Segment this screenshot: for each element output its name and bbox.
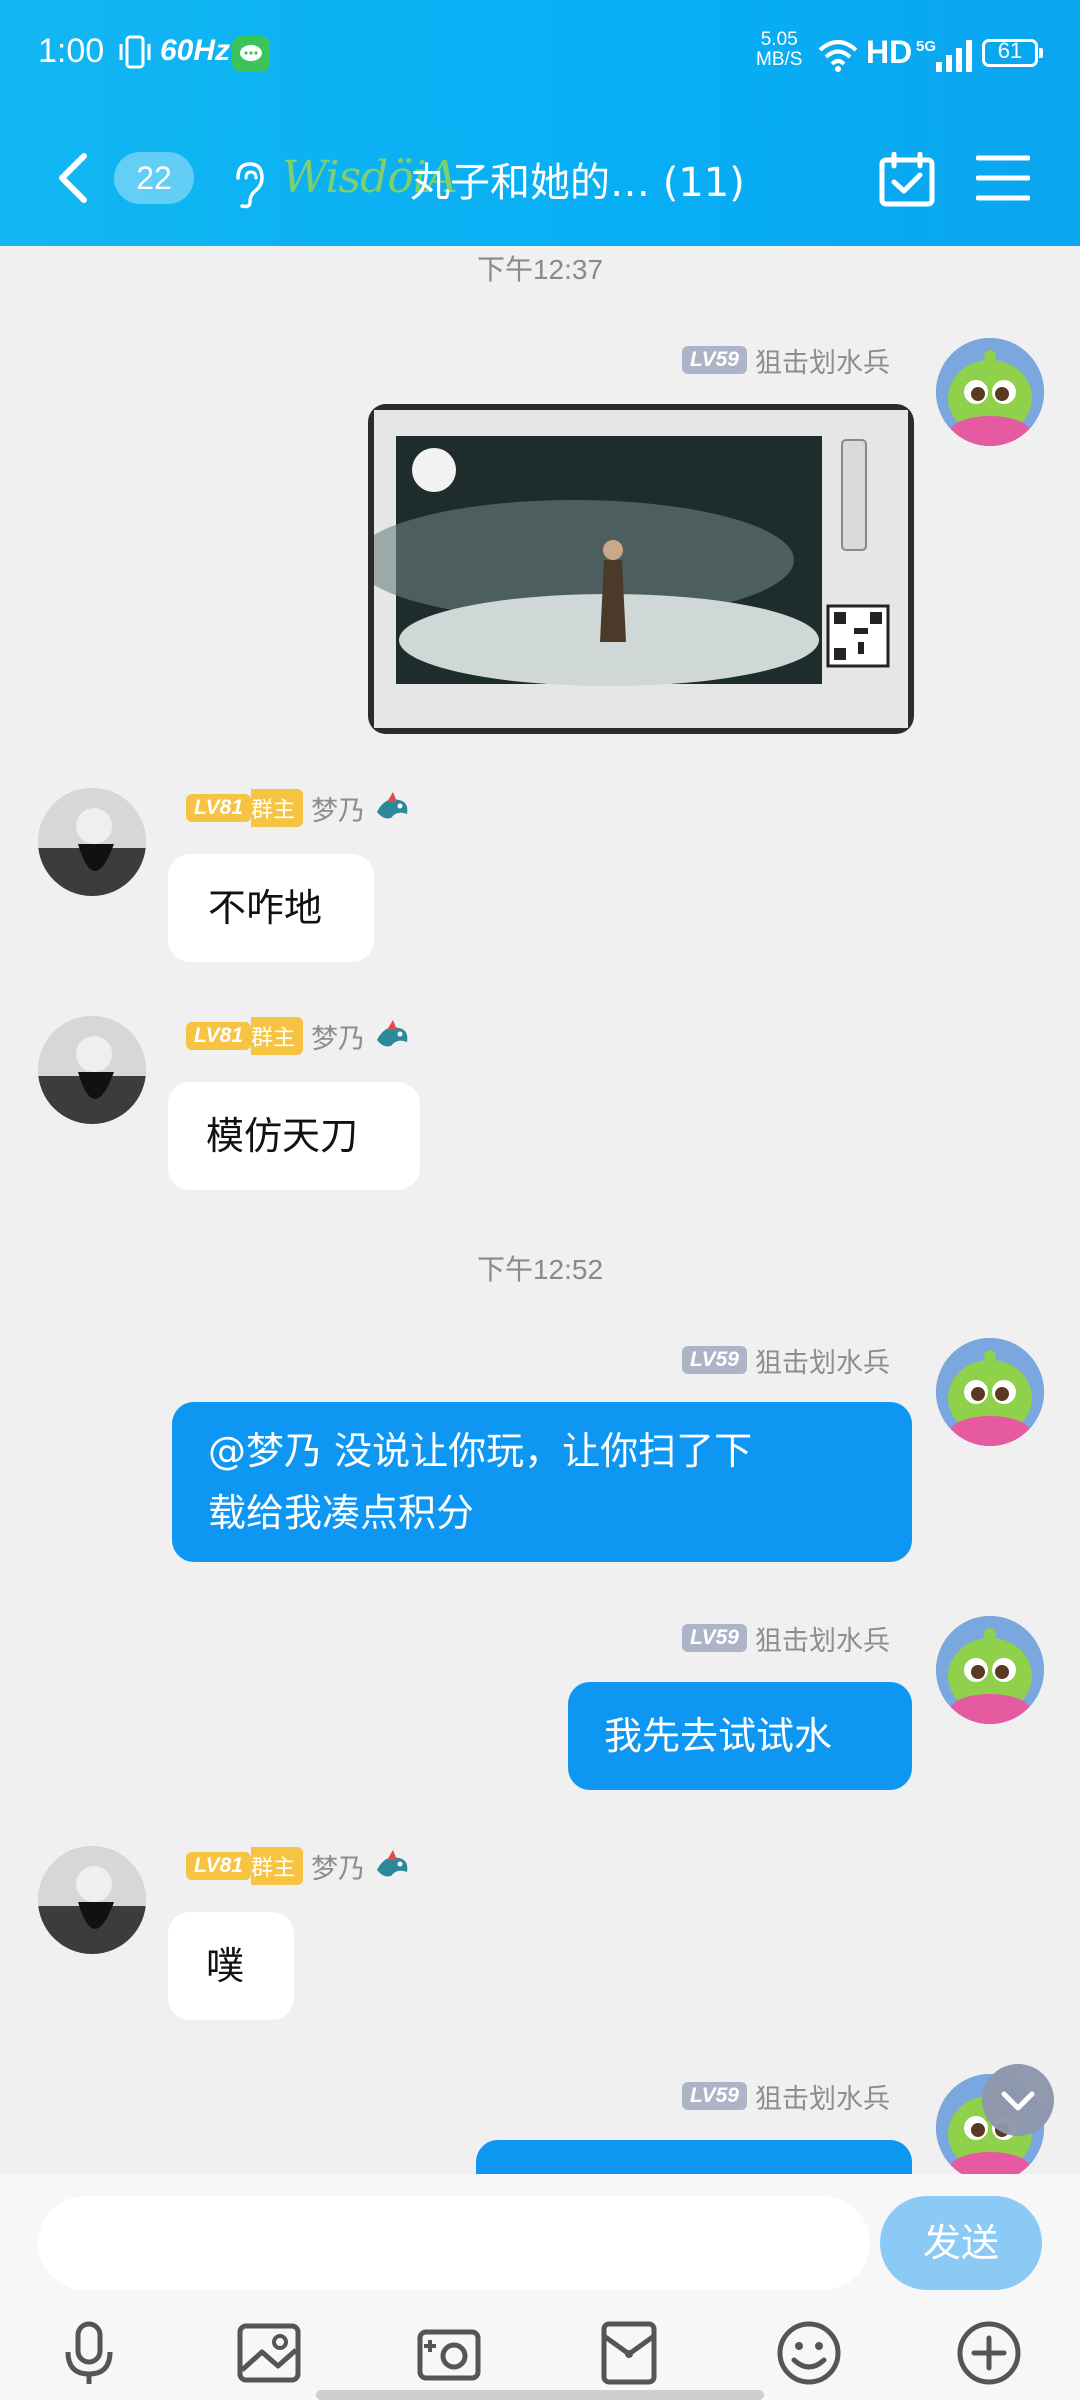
vibrate-icon bbox=[119, 35, 151, 69]
wifi-icon bbox=[818, 40, 858, 72]
girl-avatar-icon bbox=[38, 788, 146, 896]
sender-line: LV81 群主 梦乃 bbox=[186, 1847, 413, 1886]
timestamp: 下午12:52 bbox=[476, 1254, 604, 1285]
image-icon[interactable] bbox=[234, 2318, 304, 2388]
signal-icon bbox=[936, 40, 972, 72]
sender-line: LV59 狙击划水兵 bbox=[681, 2077, 890, 2116]
level-badge: LV59 bbox=[681, 1624, 747, 1652]
sender-name[interactable]: 狙击划水兵 bbox=[755, 341, 890, 380]
message-bubble[interactable]: @梦乃 没说让你玩，让你扫了下 载给我凑点积分 bbox=[172, 1402, 912, 1562]
menu-icon[interactable] bbox=[976, 154, 1030, 202]
sender-name[interactable]: 狙击划水兵 bbox=[755, 2077, 890, 2116]
sender-name[interactable]: 狙击划水兵 bbox=[755, 1619, 890, 1658]
back-button[interactable] bbox=[52, 150, 92, 206]
green-monster-avatar-icon bbox=[936, 1338, 1044, 1446]
sender-line: LV59 狙击划水兵 bbox=[681, 1619, 890, 1658]
level-badge: LV59 bbox=[681, 346, 747, 374]
message-text-line: @梦乃 没说让你玩，让你扫了下 bbox=[208, 1429, 753, 1473]
dragon-medal-icon bbox=[377, 792, 408, 819]
avatar[interactable] bbox=[936, 338, 1044, 446]
red-packet-icon[interactable] bbox=[594, 2318, 664, 2388]
camera-icon[interactable] bbox=[414, 2318, 484, 2388]
message-input[interactable] bbox=[38, 2196, 870, 2290]
hd-indicator: HD bbox=[866, 34, 913, 70]
unread-count-badge[interactable]: 22 bbox=[114, 152, 194, 204]
level-badge: LV81 bbox=[186, 794, 252, 822]
avatar[interactable] bbox=[38, 788, 146, 896]
sender-line: LV81 群主 梦乃 bbox=[186, 789, 413, 828]
timestamp: 下午12:37 bbox=[476, 254, 604, 285]
message-text: 模仿天刀 bbox=[206, 1114, 359, 1158]
girl-avatar-icon bbox=[38, 1846, 146, 1954]
status-time: 1:00 bbox=[38, 32, 105, 70]
sender-name[interactable]: 梦乃 bbox=[311, 1017, 365, 1056]
game-screenshot-image bbox=[368, 410, 908, 728]
green-monster-avatar-icon bbox=[936, 1616, 1044, 1724]
group-owner-badge: 群主 bbox=[251, 1847, 304, 1885]
message-bubble[interactable]: 不咋地 bbox=[168, 854, 374, 962]
app-header: 1:00 60Hz 5.05 MB/S HD 5G 61 22 WisdöiA … bbox=[0, 0, 1080, 246]
avatar[interactable] bbox=[38, 1846, 146, 1954]
game-poster-image bbox=[368, 410, 908, 728]
level-badge: LV59 bbox=[681, 2082, 747, 2110]
network-type: 5G bbox=[916, 38, 937, 55]
message-text: 不咋地 bbox=[208, 886, 323, 930]
microphone-icon[interactable] bbox=[54, 2318, 124, 2388]
sender-name[interactable]: 狙击划水兵 bbox=[755, 1341, 890, 1380]
green-monster-avatar-icon bbox=[936, 338, 1044, 446]
group-owner-badge: 群主 bbox=[251, 1017, 304, 1055]
message-bubble[interactable]: 我先去试试水 bbox=[568, 1682, 912, 1790]
input-area: 发送 bbox=[0, 2174, 1080, 2400]
send-button[interactable]: 发送 bbox=[880, 2196, 1042, 2290]
home-indicator[interactable] bbox=[316, 2390, 764, 2400]
sender-name[interactable]: 梦乃 bbox=[311, 789, 365, 828]
message-bubble[interactable]: 模仿天刀 bbox=[168, 1082, 420, 1190]
battery-icon: 61 bbox=[982, 38, 1043, 67]
message-bubble[interactable]: 噗 bbox=[168, 1912, 294, 2020]
sender-line: LV81 群主 梦乃 bbox=[186, 1017, 413, 1056]
level-badge: LV81 bbox=[186, 1852, 252, 1880]
avatar[interactable] bbox=[38, 1016, 146, 1124]
network-speed: 5.05 MB/S bbox=[756, 29, 803, 70]
calendar-check-icon[interactable] bbox=[878, 152, 936, 208]
status-bar: 1:00 60Hz 5.05 MB/S HD 5G 61 bbox=[0, 0, 1080, 110]
girl-avatar-icon bbox=[38, 1016, 146, 1124]
refresh-rate: 60Hz bbox=[160, 34, 231, 67]
avatar[interactable] bbox=[936, 1338, 1044, 1446]
message-text: 我先去试试水 bbox=[604, 1714, 833, 1758]
message-text-line: 载给我凑点积分 bbox=[208, 1491, 475, 1535]
sender-line: LV59 狙击划水兵 bbox=[681, 341, 890, 380]
plus-icon[interactable] bbox=[954, 2318, 1024, 2388]
emoji-icon[interactable] bbox=[774, 2318, 844, 2388]
group-owner-badge: 群主 bbox=[251, 789, 304, 827]
sender-name[interactable]: 梦乃 bbox=[311, 1847, 365, 1886]
earpiece-mode-icon bbox=[236, 162, 264, 209]
image-message[interactable] bbox=[368, 404, 914, 734]
battery-level: 61 bbox=[997, 38, 1023, 63]
sender-line: LV59 狙击划水兵 bbox=[681, 1341, 890, 1380]
dragon-medal-icon bbox=[377, 1020, 408, 1047]
level-badge: LV59 bbox=[681, 1346, 747, 1374]
message-text: 噗 bbox=[206, 1944, 245, 1988]
level-badge: LV81 bbox=[186, 1022, 252, 1050]
dragon-medal-icon bbox=[377, 1850, 408, 1877]
group-title[interactable]: 丸子和她的… (11) bbox=[410, 150, 745, 208]
avatar[interactable] bbox=[936, 1616, 1044, 1724]
scroll-to-bottom-button[interactable] bbox=[982, 2064, 1054, 2136]
message-notification-icon bbox=[232, 36, 270, 72]
